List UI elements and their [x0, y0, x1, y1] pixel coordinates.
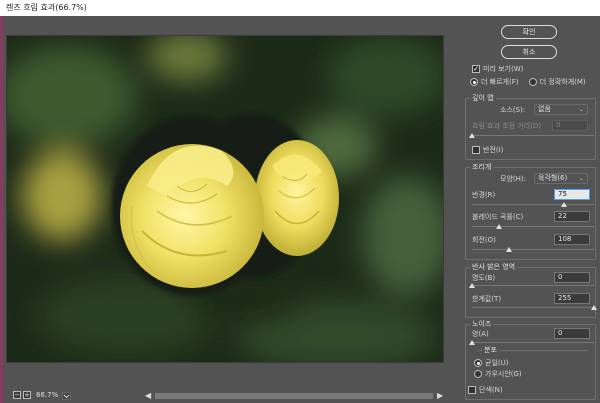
- noise-title: 노이즈: [470, 320, 494, 329]
- monochromatic-checkbox[interactable]: [468, 386, 476, 394]
- slider-thumb[interactable]: [495, 224, 502, 229]
- uniform-label: 균일(U): [485, 359, 509, 367]
- threshold-label: 한계값(T): [472, 295, 502, 303]
- gaussian-label: 가우시안(G): [485, 370, 522, 378]
- slider-thumb[interactable]: [505, 247, 512, 252]
- quality-options: 더 빠르게(F) 더 정확하게(M): [470, 77, 586, 87]
- gaussian-option[interactable]: 가우시안(G): [474, 369, 522, 379]
- scroll-track[interactable]: [155, 393, 433, 399]
- slider-thumb[interactable]: [469, 340, 475, 345]
- radius-label: 반경(R): [472, 191, 496, 199]
- brightness-input[interactable]: 0: [554, 272, 590, 283]
- faster-radio[interactable]: [470, 78, 478, 86]
- plus-icon[interactable]: +: [23, 391, 31, 399]
- slider-thumb[interactable]: [469, 133, 475, 138]
- shape-value: 육각형(6): [538, 174, 568, 182]
- preview-image[interactable]: [6, 35, 444, 363]
- amount-input[interactable]: 0: [554, 328, 590, 339]
- rose-right: [255, 140, 339, 256]
- preview-toggle[interactable]: ✓ 미리 보기(W): [472, 64, 523, 74]
- blur-focal-input[interactable]: 0: [552, 120, 588, 131]
- rose-left: [120, 144, 264, 288]
- slider-thumb[interactable]: [469, 283, 475, 288]
- uniform-radio[interactable]: [474, 359, 482, 367]
- invert-toggle[interactable]: 반전(I): [472, 145, 503, 155]
- slider-thumb[interactable]: [591, 305, 597, 310]
- threshold-input[interactable]: 255: [554, 293, 590, 304]
- preview-label: 미리 보기(W): [483, 65, 524, 73]
- rose-photo-svg: [7, 36, 443, 362]
- chevron-down-icon: [63, 394, 70, 399]
- ok-button[interactable]: 확인: [501, 25, 557, 39]
- lens-blur-dialog: 렌즈 흐림 효과(66.7%) − + 66.7% ◀ ▶ 확인 취소 ✓ 미리…: [0, 0, 600, 403]
- scroll-right-icon[interactable]: ▶: [437, 391, 445, 401]
- chevron-down-icon: ⌄: [578, 175, 584, 182]
- minus-icon[interactable]: −: [13, 391, 21, 399]
- uniform-option[interactable]: 균일(U): [474, 358, 508, 368]
- curvature-slider[interactable]: [472, 224, 594, 230]
- scroll-left-icon[interactable]: ◀: [145, 391, 153, 401]
- curvature-input[interactable]: 22: [554, 211, 590, 222]
- radius-slider[interactable]: [472, 202, 594, 208]
- cancel-button[interactable]: 취소: [501, 45, 557, 59]
- horizontal-scrollbar[interactable]: ◀ ▶: [145, 391, 445, 401]
- invert-checkbox[interactable]: [472, 146, 480, 154]
- brightness-slider[interactable]: [469, 283, 594, 289]
- rotation-slider[interactable]: [472, 247, 594, 253]
- blur-focal-slider[interactable]: [469, 133, 594, 139]
- chevron-down-icon: ⌄: [578, 106, 584, 113]
- gaussian-radio[interactable]: [474, 370, 482, 378]
- curvature-label: 블레이드 곡률(C): [472, 213, 524, 221]
- monochromatic-toggle[interactable]: 단색(N): [468, 385, 503, 395]
- shape-label: 모양(H):: [500, 175, 526, 183]
- window-title: 렌즈 흐림 효과(66.7%): [0, 0, 600, 16]
- threshold-slider[interactable]: [472, 305, 597, 311]
- preview-checkbox[interactable]: ✓: [472, 65, 480, 73]
- accurate-radio[interactable]: [528, 78, 537, 86]
- rotation-input[interactable]: 108: [554, 234, 590, 245]
- shape-select[interactable]: 육각형(6) ⌄: [534, 173, 588, 184]
- invert-label: 반전(I): [483, 146, 504, 154]
- accurate-label: 더 정확하게(M): [539, 78, 586, 86]
- zoom-dropdown[interactable]: [62, 392, 71, 400]
- amount-label: 양(A): [472, 330, 489, 338]
- distribution-title: 분포: [482, 346, 499, 355]
- depth-map-title: 깊이 맵: [470, 94, 496, 103]
- settings-panel: 확인 취소 ✓ 미리 보기(W) 더 빠르게(F) 더 정확하게(M) 깊이 맵 …: [458, 16, 600, 403]
- specular-title: 반사 밝은 영역: [470, 263, 518, 272]
- blur-focal-label: 흐림 효과 초점 거리(D): [472, 122, 542, 130]
- source-label: 소스(S):: [500, 106, 526, 114]
- rotation-label: 회전(O): [472, 236, 496, 244]
- monochromatic-label: 단색(N): [479, 386, 503, 394]
- faster-label: 더 빠르게(F): [481, 78, 519, 86]
- radius-input[interactable]: 75: [554, 189, 590, 200]
- source-value: 없음: [538, 105, 551, 113]
- source-select[interactable]: 없음 ⌄: [534, 104, 588, 115]
- slider-thumb[interactable]: [560, 202, 567, 207]
- iris-title: 조리개: [470, 163, 494, 172]
- brightness-label: 명도(B): [472, 274, 496, 282]
- zoom-level: 66.7%: [36, 391, 59, 399]
